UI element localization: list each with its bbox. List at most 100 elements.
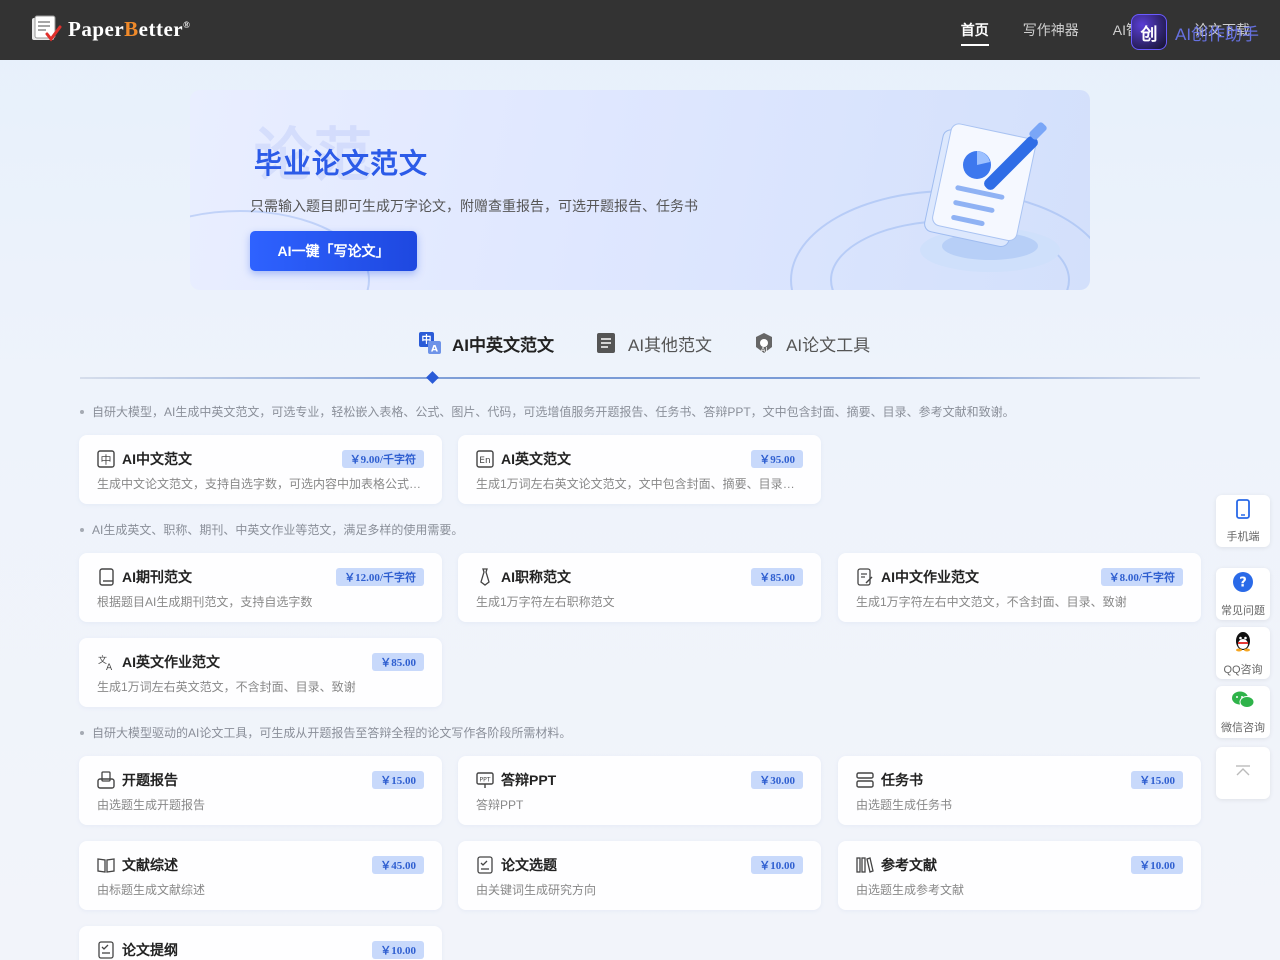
section-description: 自研大模型驱动的AI论文工具，可生成从开题报告至答辩全程的论文写作各阶段所需材料…: [80, 724, 571, 741]
card-description: 生成中文论文范文，支持自选字数，可选内容中加表格公式代码图片等: [97, 477, 427, 491]
nav-writing-tools[interactable]: 写作神器: [1023, 0, 1079, 60]
card-title: AI职称范文: [501, 569, 571, 585]
product-card-proposal-report[interactable]: 开题报告 ￥15.00 由选题生成开题报告: [79, 756, 442, 825]
product-card-topic-selection[interactable]: 论文选题 ￥10.00 由关键词生成研究方向: [458, 841, 821, 910]
back-to-top-icon: [1234, 764, 1252, 783]
product-card-ai-english-homework[interactable]: 文 A AI英文作业范文 ￥85.00 生成1万词左右英文范文，不含封面、目录、致谢: [79, 638, 442, 707]
card-title: AI英文作业范文: [122, 654, 220, 670]
logo-book-icon: [30, 14, 62, 44]
tab-label: AI论文工具: [786, 335, 871, 355]
float-label: 微信咨询: [1221, 721, 1265, 734]
price-badge: ￥8.00/千字符: [1100, 568, 1183, 586]
card-description: 由标题生成文献综述: [97, 883, 206, 897]
library-icon: [856, 856, 874, 874]
tab-ai-other-samples[interactable]: AI其他范文: [594, 328, 712, 358]
price-badge: ￥10.00: [1131, 856, 1183, 874]
wechat-icon: [1231, 690, 1255, 715]
svg-text:?: ?: [1239, 575, 1247, 590]
product-card-defense-ppt[interactable]: PPT 答辩PPT ￥30.00 答辩PPT: [458, 756, 821, 825]
float-label: 常见问题: [1221, 604, 1265, 617]
card-title: 论文提纲: [122, 942, 178, 958]
document-stack-icon: [594, 331, 618, 355]
inbox-icon: [97, 771, 115, 789]
card-description: 由选题生成开题报告: [97, 798, 206, 812]
card-description: 生成1万词左右英文范文，不含封面、目录、致谢: [97, 680, 356, 694]
float-label: QQ咨询: [1223, 663, 1263, 676]
card-title: AI中文范文: [122, 451, 192, 467]
svg-text:PPT: PPT: [480, 777, 491, 784]
tab-label: AI中英文范文: [452, 335, 554, 355]
write-paper-button[interactable]: AI一键「写论文」: [250, 231, 417, 271]
section-description: AI生成英文、职称、期刊、中英文作业等范文，满足多样的使用需要。: [80, 521, 463, 538]
svg-text:AI: AI: [761, 346, 768, 354]
svg-text:中: 中: [101, 454, 112, 467]
chinese-char-icon: 中: [97, 450, 115, 468]
card-description: 根据题目AI生成期刊范文，支持自选字数: [97, 595, 313, 609]
product-card-references[interactable]: 参考文献 ￥10.00 由选题生成参考文献: [838, 841, 1201, 910]
card-title: 文献综述: [122, 857, 178, 873]
price-badge: ￥15.00: [372, 771, 424, 789]
float-faq[interactable]: ? 常见问题: [1216, 568, 1270, 620]
ppt-icon: PPT: [476, 771, 494, 789]
logo-text: PaperBetter®: [68, 16, 191, 41]
price-badge: ￥45.00: [372, 856, 424, 874]
float-wechat[interactable]: 微信咨询: [1216, 686, 1270, 738]
float-label: 手机端: [1226, 530, 1260, 543]
section-description: 自研大模型，AI生成中英文范文，可选专业，轻松嵌入表格、公式、图片、代码，可选增…: [80, 403, 1015, 420]
ai-tools-icon: AI: [752, 331, 776, 355]
product-card-ai-journal[interactable]: AI期刊范文 ￥12.00/千字符 根据题目AI生成期刊范文，支持自选字数: [79, 553, 442, 622]
translate-small-icon: 文A: [97, 653, 115, 671]
back-to-top-button[interactable]: [1216, 747, 1270, 799]
price-badge: ￥85.00: [751, 568, 803, 586]
question-icon: ?: [1232, 571, 1254, 598]
price-badge: ￥10.00: [751, 856, 803, 874]
product-card-ai-english[interactable]: En AI英文范文 ￥95.00 生成1万词左右英文论文范文，文中包含封面、摘要、…: [458, 435, 821, 504]
product-card-literature-review[interactable]: 文献综述 ￥45.00 由标题生成文献综述: [79, 841, 442, 910]
translate-icon: 中A: [418, 331, 442, 355]
hero-banner: 论范 毕业论文范文 只需输入题目即可生成万字论文，附赠查重报告，可选开题报告、任…: [190, 90, 1090, 290]
float-qq[interactable]: QQ咨询: [1216, 627, 1270, 679]
product-card-outline[interactable]: 论文提纲 ￥10.00: [79, 926, 442, 960]
card-title: 论文选题: [501, 857, 557, 873]
card-title: 开题报告: [122, 772, 178, 788]
active-tab-indicator: [426, 371, 439, 384]
tab-ai-paper-tools[interactable]: AI AI论文工具: [752, 328, 870, 358]
card-title: AI期刊范文: [122, 569, 192, 585]
nav-home[interactable]: 首页: [960, 0, 989, 60]
banner-title: 毕业论文范文: [254, 148, 429, 179]
card-description: 生成1万字符左右中文范文，不含封面、目录、致谢: [856, 595, 1127, 609]
product-card-ai-chinese[interactable]: 中 AI中文范文 ￥9.00/千字符 生成中文论文范文，支持自选字数，可选内容中加…: [79, 435, 442, 504]
card-description: 由选题生成任务书: [856, 798, 953, 812]
svg-text:A: A: [106, 663, 113, 671]
book-icon: [97, 568, 115, 586]
checklist-icon: [476, 856, 494, 874]
card-title: AI英文范文: [501, 451, 571, 467]
phone-icon: [1236, 498, 1250, 524]
ai-assistant-text: AI创作助手: [1175, 25, 1260, 44]
price-badge: ￥12.00/千字符: [336, 568, 424, 586]
card-title: 参考文献: [881, 857, 937, 873]
price-badge: ￥85.00: [372, 653, 424, 671]
category-tabs: 中A AI中英文范文 AI其他范文 AI AI论文工具: [418, 328, 870, 358]
qq-icon: [1232, 630, 1254, 657]
product-card-ai-title-paper[interactable]: AI职称范文 ￥85.00 生成1万字符左右职称范文: [458, 553, 821, 622]
float-mobile[interactable]: 手机端: [1216, 495, 1270, 547]
price-badge: ￥15.00: [1131, 771, 1183, 789]
tie-icon: [476, 568, 494, 586]
card-title: 答辩PPT: [501, 772, 557, 788]
price-badge: ￥9.00/千字符: [341, 450, 424, 468]
card-title: AI中文作业范文: [881, 569, 979, 585]
english-en-icon: En: [476, 450, 494, 468]
product-card-task-book[interactable]: 任务书 ￥15.00 由选题生成任务书: [838, 756, 1201, 825]
tab-ai-cn-en-samples[interactable]: 中A AI中英文范文: [418, 328, 554, 358]
tasklist-icon: [856, 771, 874, 789]
logo[interactable]: PaperBetter®: [30, 14, 190, 44]
card-description: 生成1万词左右英文论文范文，文中包含封面、摘要、目录、参考文献: [476, 477, 806, 491]
ai-badge-char: 创: [1140, 24, 1158, 44]
price-badge: ￥10.00: [372, 941, 424, 959]
ai-assistant-badge[interactable]: 创: [1131, 14, 1167, 50]
product-card-ai-chinese-homework[interactable]: AI中文作业范文 ￥8.00/千字符 生成1万字符左右中文范文，不含封面、目录、…: [838, 553, 1201, 622]
card-description: 答辩PPT: [476, 798, 524, 812]
edit-doc-icon: [856, 568, 874, 586]
open-book-icon: [97, 856, 115, 874]
